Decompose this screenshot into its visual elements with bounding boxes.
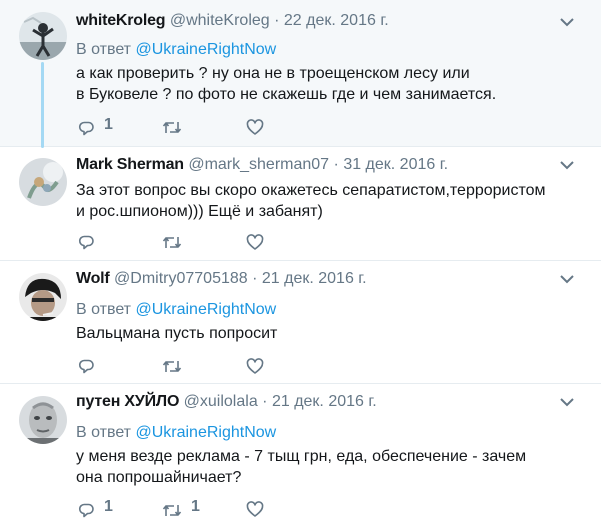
tweet-text-line: За этот вопрос вы скоро окажетесь сепара… [76, 182, 546, 199]
avatar-image [19, 273, 67, 321]
reply-icon [78, 121, 94, 135]
tweet[interactable]: Mark Sherman @mark_sherman07 · 31 дек. 2… [0, 147, 601, 261]
reply-button[interactable]: 1 [78, 498, 113, 519]
reply-button[interactable] [78, 234, 104, 251]
reply-count: 1 [104, 116, 113, 133]
tweet[interactable]: Wolf @Dmitry07705188 · 21 дек. 2016 г. В… [0, 261, 601, 384]
tweet-date[interactable]: 22 дек. 2016 г. [284, 12, 389, 29]
chevron-down-icon[interactable] [559, 271, 575, 287]
tweet-text-line: и рос.шпионом))) Ещё и забанят) [76, 203, 323, 220]
reply-count: 1 [104, 498, 113, 515]
reply-prefix: В ответ [76, 424, 132, 441]
retweet-count: 1 [191, 498, 200, 515]
like-button[interactable] [246, 501, 273, 518]
reply-prefix: В ответ [76, 301, 132, 318]
retweet-button[interactable] [162, 234, 191, 251]
retweet-icon [162, 504, 182, 516]
like-button[interactable] [246, 358, 273, 375]
retweet-icon [162, 122, 182, 133]
avatar-image [19, 12, 67, 60]
tweet-text: у меня везде реклама - 7 тыщ грн, еда, о… [76, 446, 581, 488]
tweet-text: Вальцмана пусть попросит [76, 323, 581, 344]
tweet-header: Wolf @Dmitry07705188 · 21 дек. 2016 г. [76, 269, 581, 289]
separator-dot: · [274, 12, 280, 29]
like-button[interactable] [246, 234, 273, 251]
retweet-icon [162, 361, 182, 372]
tweet-header: whiteKroleg @whiteKroleg · 22 дек. 2016 … [76, 11, 581, 31]
tweet-date[interactable]: 21 дек. 2016 г. [272, 393, 377, 410]
avatar[interactable] [19, 12, 67, 60]
separator-dot: · [333, 156, 339, 173]
author-handle[interactable]: @xuilolala [184, 393, 258, 410]
author-name[interactable]: whiteKroleg [76, 12, 166, 29]
author-handle[interactable]: @whiteKroleg [170, 12, 270, 29]
tweet-text: а как проверить ? ну она не в троещенско… [76, 63, 581, 105]
avatar[interactable] [19, 273, 67, 321]
thread-connector [41, 62, 44, 148]
retweet-icon [162, 237, 182, 248]
tweet-date[interactable]: 31 дек. 2016 г. [343, 156, 448, 173]
reply-button[interactable] [78, 358, 104, 375]
author-name[interactable]: Wolf [76, 270, 110, 287]
retweet-button[interactable] [162, 119, 191, 136]
reply-context: В ответ @UkraineRightNow [76, 300, 581, 320]
reply-button[interactable]: 1 [78, 116, 113, 137]
tweet-text-line: а как проверить ? ну она не в троещенско… [76, 65, 470, 82]
reply-icon [78, 359, 94, 374]
separator-dot: · [252, 270, 258, 287]
chevron-down-icon[interactable] [559, 394, 575, 410]
retweet-button[interactable] [162, 358, 191, 375]
author-handle[interactable]: @Dmitry07705188 [114, 270, 248, 287]
like-icon [246, 501, 264, 517]
tweet[interactable]: whiteKroleg @whiteKroleg · 22 дек. 2016 … [0, 0, 601, 148]
reply-handle-link[interactable]: @UkraineRightNow [135, 41, 276, 58]
chevron-down-icon[interactable] [559, 157, 575, 173]
like-icon [246, 119, 264, 135]
author-name[interactable]: путен ХУЙЛО [76, 393, 179, 410]
author-name[interactable]: Mark Sherman [76, 156, 184, 173]
like-icon [246, 234, 264, 250]
tweet-header: Mark Sherman @mark_sherman07 · 31 дек. 2… [76, 155, 581, 175]
author-handle[interactable]: @mark_sherman07 [188, 156, 329, 173]
reply-icon [78, 235, 94, 250]
avatar-image [19, 158, 67, 206]
tweet-date[interactable]: 21 дек. 2016 г. [262, 270, 367, 287]
tweet-text: За этот вопрос вы скоро окажетесь сепара… [76, 180, 581, 222]
retweet-button[interactable]: 1 [162, 498, 200, 519]
tweet-text-line: Вальцмана пусть попросит [76, 325, 278, 342]
reply-icon [78, 503, 94, 517]
tweet-header: путен ХУЙЛО @xuilolala · 21 дек. 2016 г. [76, 392, 581, 412]
avatar[interactable] [19, 158, 67, 206]
separator-dot: · [262, 393, 268, 410]
tweet[interactable]: путен ХУЙЛО @xuilolala · 21 дек. 2016 г.… [0, 384, 601, 530]
reply-handle-link[interactable]: @UkraineRightNow [135, 424, 276, 441]
tweet-text-line: в Буковеле ? по фото не скажешь где и че… [76, 86, 497, 103]
like-icon [246, 358, 264, 374]
reply-prefix: В ответ [76, 41, 132, 58]
tweet-text-line: она попрошайничает? [76, 469, 242, 486]
reply-context: В ответ @UkraineRightNow [76, 40, 581, 60]
avatar[interactable] [19, 396, 67, 444]
reply-handle-link[interactable]: @UkraineRightNow [135, 301, 276, 318]
chevron-down-icon[interactable] [559, 14, 575, 30]
tweet-text-line: у меня везде реклама - 7 тыщ грн, еда, о… [76, 448, 527, 465]
like-button[interactable] [246, 119, 273, 136]
reply-context: В ответ @UkraineRightNow [76, 423, 581, 443]
avatar-image [19, 396, 67, 444]
